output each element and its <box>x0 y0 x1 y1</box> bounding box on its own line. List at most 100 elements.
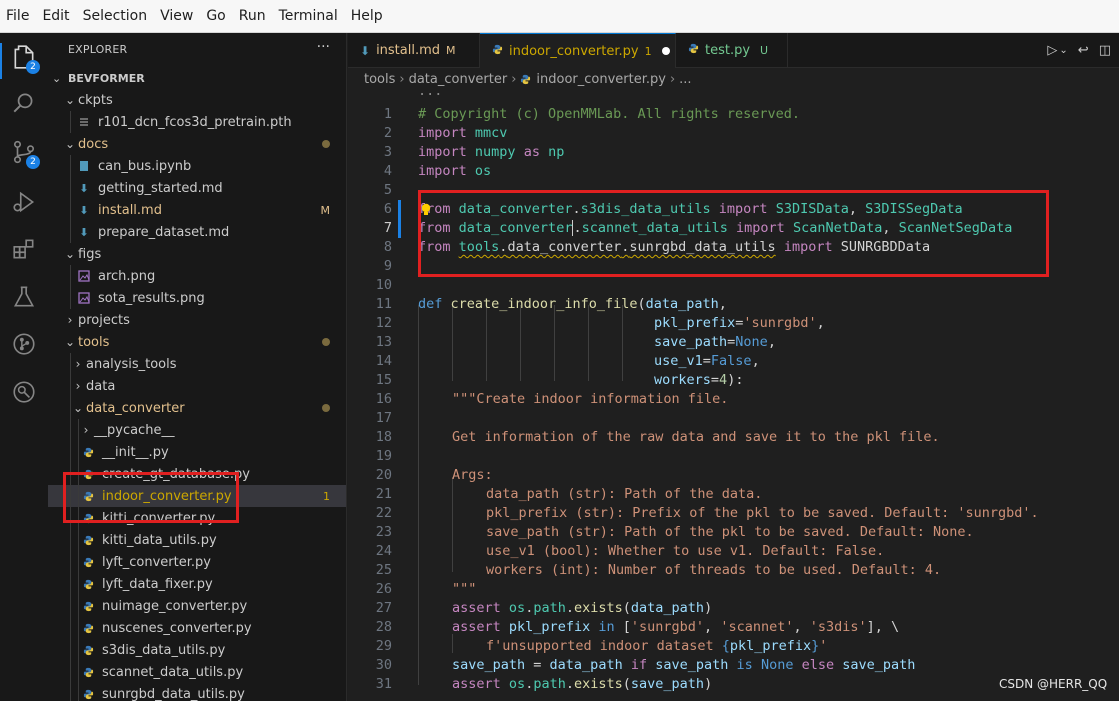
file-init-py[interactable]: __init__.py <box>48 441 346 463</box>
git-graph-icon <box>13 333 35 355</box>
menu-edit[interactable]: Edit <box>42 8 69 24</box>
indent-guide <box>78 595 79 617</box>
indent-guide <box>452 477 453 572</box>
explorer-badge: 2 <box>26 60 40 74</box>
menu-run[interactable]: Run <box>239 8 266 24</box>
file-s3dis-data-utils-py[interactable]: s3dis_data_utils.py <box>48 639 346 661</box>
search-activity[interactable] <box>0 83 48 123</box>
tab-label: install.md <box>376 43 441 58</box>
file-lyft-converter-py[interactable]: lyft_converter.py <box>48 551 346 573</box>
line-number: 12 <box>375 315 392 331</box>
tab-install-md[interactable]: ⬇ install.md M <box>348 33 480 68</box>
file-prepare-dataset-md[interactable]: ⬇ prepare_dataset.md <box>48 221 346 243</box>
file-scannet-data-utils-py[interactable]: scannet_data_utils.py <box>48 661 346 683</box>
folder-ckpts[interactable]: ⌄ ckpts <box>48 89 346 111</box>
menu-file[interactable]: File <box>6 8 29 24</box>
file-lines-icon <box>76 115 92 129</box>
indent-guide <box>70 595 71 617</box>
run-debug-activity[interactable] <box>0 182 48 222</box>
project-name: BEVFORMER <box>68 71 145 85</box>
markdown-icon: ⬇ <box>79 203 89 217</box>
gutter-modified-marker <box>398 200 401 238</box>
line-number: 25 <box>375 562 392 578</box>
folder-figs[interactable]: ⌄ figs <box>48 243 346 265</box>
indent-guide <box>78 529 79 551</box>
go-back-icon[interactable]: ↩ <box>1078 43 1089 58</box>
indent-guide <box>486 305 487 381</box>
file-install-md[interactable]: ⬇ install.md M <box>48 199 346 221</box>
line-number: 11 <box>375 296 392 312</box>
file-getting-started-md[interactable]: ⬇ getting_started.md <box>48 177 346 199</box>
indent-guide <box>70 661 71 683</box>
indent-guide <box>520 305 521 381</box>
indent-guide <box>70 683 71 701</box>
folder-data-converter[interactable]: ⌄ data_converter <box>48 397 346 419</box>
markdown-icon: ⬇ <box>79 181 89 195</box>
breadcrumb-item[interactable]: ... <box>679 72 691 87</box>
file-can-bus-ipynb[interactable]: can_bus.ipynb <box>48 155 346 177</box>
file-sunrgbd-data-utils-py[interactable]: sunrgbd_data_utils.py <box>48 683 346 701</box>
code-editor[interactable]: ... 1 2 3 4 5 6 7 8 9 10 11 12 13 14 15 … <box>348 90 1119 701</box>
breadcrumb-item[interactable]: tools <box>364 72 395 87</box>
file-kitti-data-utils-py[interactable]: kitti_data_utils.py <box>48 529 346 551</box>
chevron-right-icon: › <box>511 71 517 87</box>
line-number: 3 <box>383 144 392 160</box>
tab-test-py[interactable]: test.py U <box>676 33 788 68</box>
project-root[interactable]: ⌄ BEVFORMER <box>48 67 346 89</box>
file-nuscenes-converter-py[interactable]: nuscenes_converter.py <box>48 617 346 639</box>
chevron-down-icon[interactable]: ⌄ <box>1059 45 1067 56</box>
code-line: """Create indoor information file. <box>452 391 729 407</box>
menu-selection[interactable]: Selection <box>83 8 148 24</box>
breadcrumb-item[interactable]: indoor_converter.py <box>536 72 666 87</box>
folder-docs[interactable]: ⌄ docs <box>48 133 346 155</box>
menu-go[interactable]: Go <box>206 8 225 24</box>
code-line: Get information of the raw data and save… <box>452 429 940 445</box>
tree-item-label: ckpts <box>78 92 113 108</box>
source-control-activity[interactable]: 2 <box>0 132 48 172</box>
active-indicator <box>0 43 2 79</box>
file-arch-png[interactable]: arch.png <box>48 265 346 287</box>
more-actions-icon[interactable]: ··· <box>317 39 330 55</box>
tab-indoor-converter-py[interactable]: indoor_converter.py 1 <box>480 33 676 68</box>
line-number: 20 <box>375 467 392 483</box>
chevron-right-icon: › <box>399 71 405 87</box>
explorer-activity[interactable]: 2 <box>0 37 48 79</box>
explorer-sidebar: EXPLORER ··· ⌄ BEVFORMER ⌄ ckpts r101_dc… <box>48 33 347 701</box>
folder-projects[interactable]: › projects <box>48 309 346 331</box>
file-lyft-data-fixer-py[interactable]: lyft_data_fixer.py <box>48 573 346 595</box>
python-icon <box>80 533 96 547</box>
indent-guide <box>70 177 71 199</box>
folder-pycache[interactable]: › __pycache__ <box>48 419 346 441</box>
menu-view[interactable]: View <box>160 8 193 24</box>
folder-data[interactable]: › data <box>48 375 346 397</box>
run-icon[interactable]: ▷ <box>1047 43 1057 58</box>
line-number: 21 <box>375 486 392 502</box>
folder-tools[interactable]: ⌄ tools <box>48 331 346 353</box>
tab-badge: M <box>446 44 456 57</box>
line-number: 5 <box>383 182 392 198</box>
remote-activity[interactable] <box>0 372 48 412</box>
testing-activity[interactable] <box>0 277 48 317</box>
menu-help[interactable]: Help <box>351 8 383 24</box>
indent-guide <box>70 551 71 573</box>
indent-guide <box>418 305 419 685</box>
split-editor-icon[interactable]: ◫ <box>1099 43 1111 58</box>
file-sota-results-png[interactable]: sota_results.png <box>48 287 346 309</box>
line-number: 31 <box>375 676 392 692</box>
image-icon <box>76 291 92 305</box>
indent-guide <box>78 551 79 573</box>
breadcrumb-item[interactable]: data_converter <box>409 72 508 87</box>
python-icon <box>688 43 699 58</box>
code-line: save_path (str): Path of the pkl to be s… <box>486 524 974 540</box>
code-line: import mmcv <box>418 125 508 141</box>
code-line: f'unsupported indoor dataset {pkl_prefix… <box>486 638 828 654</box>
file-r101-pth[interactable]: r101_dcn_fcos3d_pretrain.pth <box>48 111 346 133</box>
python-icon <box>80 599 96 613</box>
unsaved-dot-icon[interactable] <box>661 47 670 55</box>
menu-terminal[interactable]: Terminal <box>279 8 338 24</box>
indent-guide <box>70 111 71 133</box>
folder-analysis-tools[interactable]: › analysis_tools <box>48 353 346 375</box>
git-graph-activity[interactable] <box>0 324 48 364</box>
extensions-activity[interactable] <box>0 229 48 269</box>
file-nuimage-converter-py[interactable]: nuimage_converter.py <box>48 595 346 617</box>
